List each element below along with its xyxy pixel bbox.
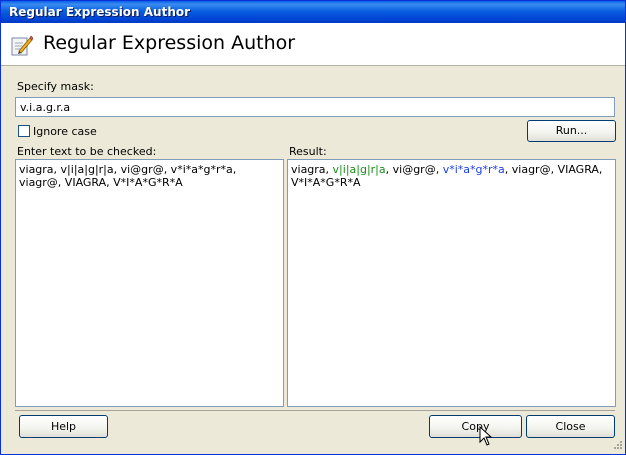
input-text-area[interactable]: viagra, v|i|a|g|r|a, vi@gr@, v*i*a*g*r*a…	[15, 159, 284, 407]
result-segment: v|i|a|g|r|a	[332, 163, 386, 176]
dialog-header: Regular Expression Author	[1, 23, 625, 66]
title-bar[interactable]: Regular Expression Author	[1, 1, 625, 23]
input-text-content: viagra, v|i|a|g|r|a, vi@gr@, v*i*a*g*r*a…	[19, 163, 237, 189]
result-segment: , vi@gr@,	[385, 163, 443, 176]
window-title: Regular Expression Author	[9, 5, 191, 19]
header-title: Regular Expression Author	[43, 32, 296, 54]
ignore-case-checkbox[interactable]	[18, 125, 30, 137]
input-text-label: Enter text to be checked:	[17, 145, 157, 158]
result-label: Result:	[289, 145, 327, 158]
run-button[interactable]: Run...	[527, 120, 616, 142]
help-button[interactable]: Help	[19, 415, 108, 438]
resize-grip-icon[interactable]	[611, 440, 623, 452]
close-button[interactable]: Close	[526, 415, 615, 438]
mouse-pointer-icon	[479, 426, 493, 446]
result-segment: v*i*a*g*r*a	[442, 163, 505, 176]
result-content: viagra, v|i|a|g|r|a, vi@gr@, v*i*a*g*r*a…	[291, 163, 612, 189]
ignore-case-label[interactable]: Ignore case	[33, 125, 97, 138]
mask-input[interactable]	[15, 97, 615, 117]
dialog-window: Regular Expression Author Regular Expres…	[0, 0, 626, 455]
footer-divider	[15, 410, 615, 411]
result-segment: viagra,	[291, 163, 333, 176]
mask-label: Specify mask:	[17, 80, 94, 93]
result-area[interactable]: viagra, v|i|a|g|r|a, vi@gr@, v*i*a*g*r*a…	[287, 159, 616, 407]
copy-button[interactable]: Copy	[429, 415, 522, 438]
edit-pencil-icon	[11, 35, 33, 56]
